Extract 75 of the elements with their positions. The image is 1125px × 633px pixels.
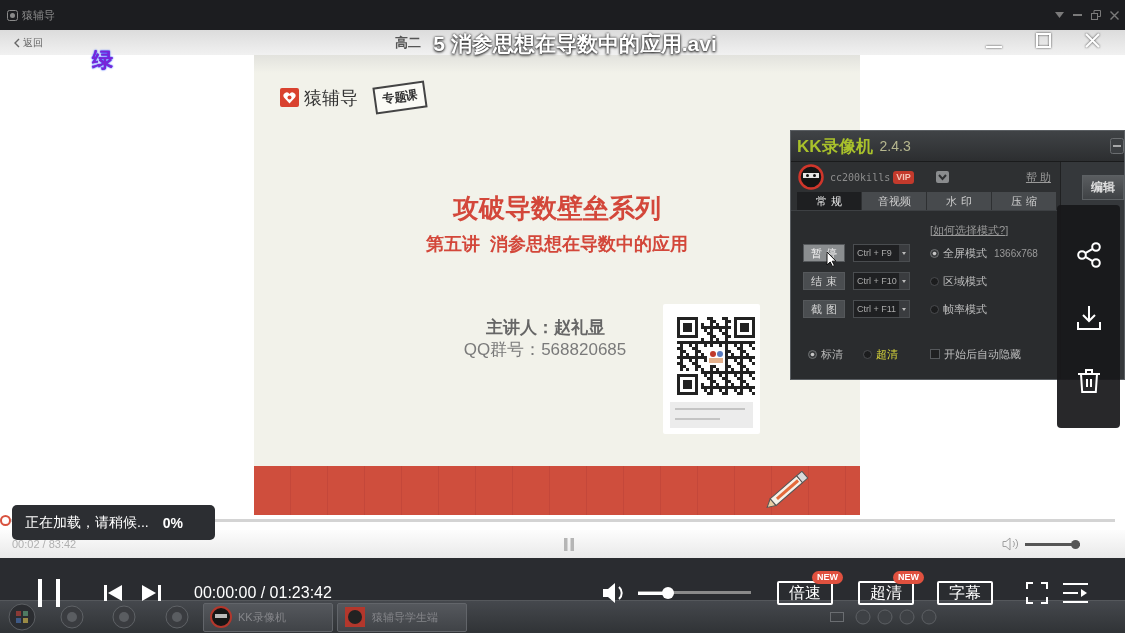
playback-time: 00:00:00 / 01:23:42 <box>194 584 332 602</box>
hotkey-dropdown[interactable]: Ctrl + F9 <box>853 244 910 262</box>
square-app-icon <box>344 606 366 628</box>
app-title: 猿辅导 <box>22 7 55 23</box>
new-badge: NEW <box>812 571 843 584</box>
caret-icon <box>899 273 909 289</box>
hotkey-dropdown[interactable]: Ctrl + F10 <box>853 272 910 290</box>
pause-icon[interactable] <box>38 579 60 607</box>
slide-subtitle: 第五讲 消参思想在导数中的应用 <box>426 233 688 256</box>
mode-option[interactable]: 区域模式 <box>930 273 987 289</box>
round-app-icon <box>210 606 232 628</box>
start-orb-icon[interactable] <box>8 603 36 631</box>
previous-icon[interactable] <box>104 585 122 601</box>
video-title: 5 消参思想在导数中的应用.avi <box>433 31 717 58</box>
recorder-tab[interactable]: 压 缩 <box>992 192 1056 210</box>
heart-logo-icon <box>280 88 299 107</box>
help-link[interactable]: 帮 助 <box>1025 169 1051 185</box>
caret-icon <box>899 301 909 317</box>
mode-option[interactable]: 帧率模式 <box>930 301 987 317</box>
radio-icon[interactable] <box>863 349 872 359</box>
brand-name: 猿辅导 <box>304 86 358 110</box>
loading-percent: 0% <box>162 514 183 531</box>
lecturer-name: 主讲人：赵礼显 <box>485 317 605 339</box>
caret-icon <box>899 245 909 261</box>
volume-thumb[interactable] <box>1071 539 1080 549</box>
chevron-left-icon <box>14 37 20 48</box>
restore-icon[interactable] <box>1091 10 1101 20</box>
mode-option[interactable]: 全屏模式 1366x768 <box>930 245 1038 261</box>
course-tag: 专题课 <box>372 80 428 115</box>
radio-icon[interactable] <box>930 276 939 286</box>
recorder-tab[interactable]: 音视频 <box>862 192 926 210</box>
loading-message: 正在加载，请稍候... <box>25 513 149 532</box>
minimize-icon[interactable] <box>1110 138 1124 154</box>
volume-thumb[interactable] <box>662 587 675 599</box>
app-logo-icon <box>7 9 18 21</box>
list-icon[interactable] <box>1063 582 1088 604</box>
download-icon[interactable] <box>1075 305 1102 331</box>
chevron-down-icon[interactable] <box>935 171 949 183</box>
checkbox-icon[interactable] <box>930 349 940 359</box>
auto-hide-option[interactable]: 开始后自动隐藏 <box>930 346 1021 362</box>
share-icon[interactable] <box>1075 242 1102 268</box>
quality-option[interactable]: 超清 <box>863 346 898 362</box>
lesson-title: 高二 <box>395 33 421 52</box>
pencil-icon <box>764 471 808 511</box>
recorder-name: KK录像机 <box>797 135 873 158</box>
radio-icon[interactable] <box>930 248 939 258</box>
user-name: cc200kills <box>830 171 891 183</box>
edit-button[interactable]: 编辑 <box>1082 175 1124 200</box>
record-action-button[interactable]: 结 束 <box>803 272 845 290</box>
vip-badge: VIP <box>893 170 914 184</box>
radio-icon[interactable] <box>930 304 939 314</box>
new-badge: NEW <box>893 571 924 584</box>
recorder-version: 2.4.3 <box>879 138 911 154</box>
fullscreen-icon[interactable] <box>1026 582 1048 604</box>
quality-option[interactable]: 标清 <box>808 346 843 362</box>
playback-time: 00:02 / 83:42 <box>12 538 77 550</box>
speaker-icon[interactable] <box>1002 537 1019 551</box>
mode-help-link[interactable]: [如何选择模式?] <box>930 222 1009 238</box>
player-option-button[interactable]: 字幕 <box>937 581 993 605</box>
qq-group-number: QQ群号：568820685 <box>463 339 627 361</box>
close-icon[interactable] <box>1110 10 1119 20</box>
trash-icon[interactable] <box>1075 368 1102 394</box>
recorder-tab[interactable]: 水 印 <box>927 192 991 210</box>
slide-title: 攻破导数壁垒系列 <box>453 192 661 224</box>
radio-icon[interactable] <box>808 349 817 359</box>
next-icon[interactable] <box>142 585 161 601</box>
avatar-icon <box>798 164 824 190</box>
tray-icon[interactable] <box>830 612 844 622</box>
record-action-button[interactable]: 截 图 <box>803 300 845 318</box>
recorder-tab[interactable]: 常 规 <box>797 192 861 210</box>
overlay-glyph: 绿 <box>92 47 113 73</box>
hotkey-dropdown[interactable]: Ctrl + F11 <box>853 300 910 318</box>
back-link[interactable]: 返回 <box>14 35 43 50</box>
maximize-icon[interactable] <box>1036 33 1051 48</box>
dropdown-icon[interactable] <box>1055 12 1064 18</box>
